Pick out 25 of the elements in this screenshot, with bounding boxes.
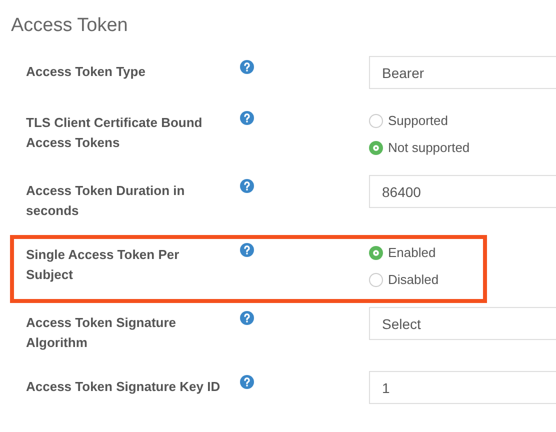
text-field[interactable]: 86400 <box>369 175 556 208</box>
text-field[interactable]: 1 <box>369 371 556 404</box>
help-icon[interactable] <box>240 60 254 74</box>
section-title: Access Token <box>11 14 129 38</box>
help-icon[interactable] <box>240 375 254 389</box>
field-label: Single Access Token Per Subject <box>26 246 180 284</box>
field-label: TLS Client Certificate Bound Access Tokens <box>26 114 204 152</box>
help-icon[interactable] <box>240 179 254 193</box>
field-label: Access Token Signature Key ID <box>26 378 222 396</box>
radio-button[interactable] <box>369 140 383 154</box>
help-icon[interactable] <box>240 243 254 257</box>
radio-label: Not supported <box>388 140 470 155</box>
radio-button[interactable] <box>369 114 383 128</box>
radio-label: Enabled <box>388 245 436 260</box>
select-dropdown[interactable]: Select <box>369 307 556 340</box>
text-field[interactable]: Bearer <box>369 56 556 89</box>
field-label: Access Token Type <box>26 63 146 81</box>
radio-label: Supported <box>388 113 448 128</box>
help-icon[interactable] <box>240 311 254 325</box>
field-label: Access Token Signature Algorithm <box>26 314 178 352</box>
radio-label: Disabled <box>388 272 439 287</box>
radio-button[interactable] <box>369 246 383 260</box>
radio-button[interactable] <box>369 272 383 286</box>
field-label: Access Token Duration in seconds <box>26 182 186 220</box>
help-icon[interactable] <box>240 111 254 125</box>
